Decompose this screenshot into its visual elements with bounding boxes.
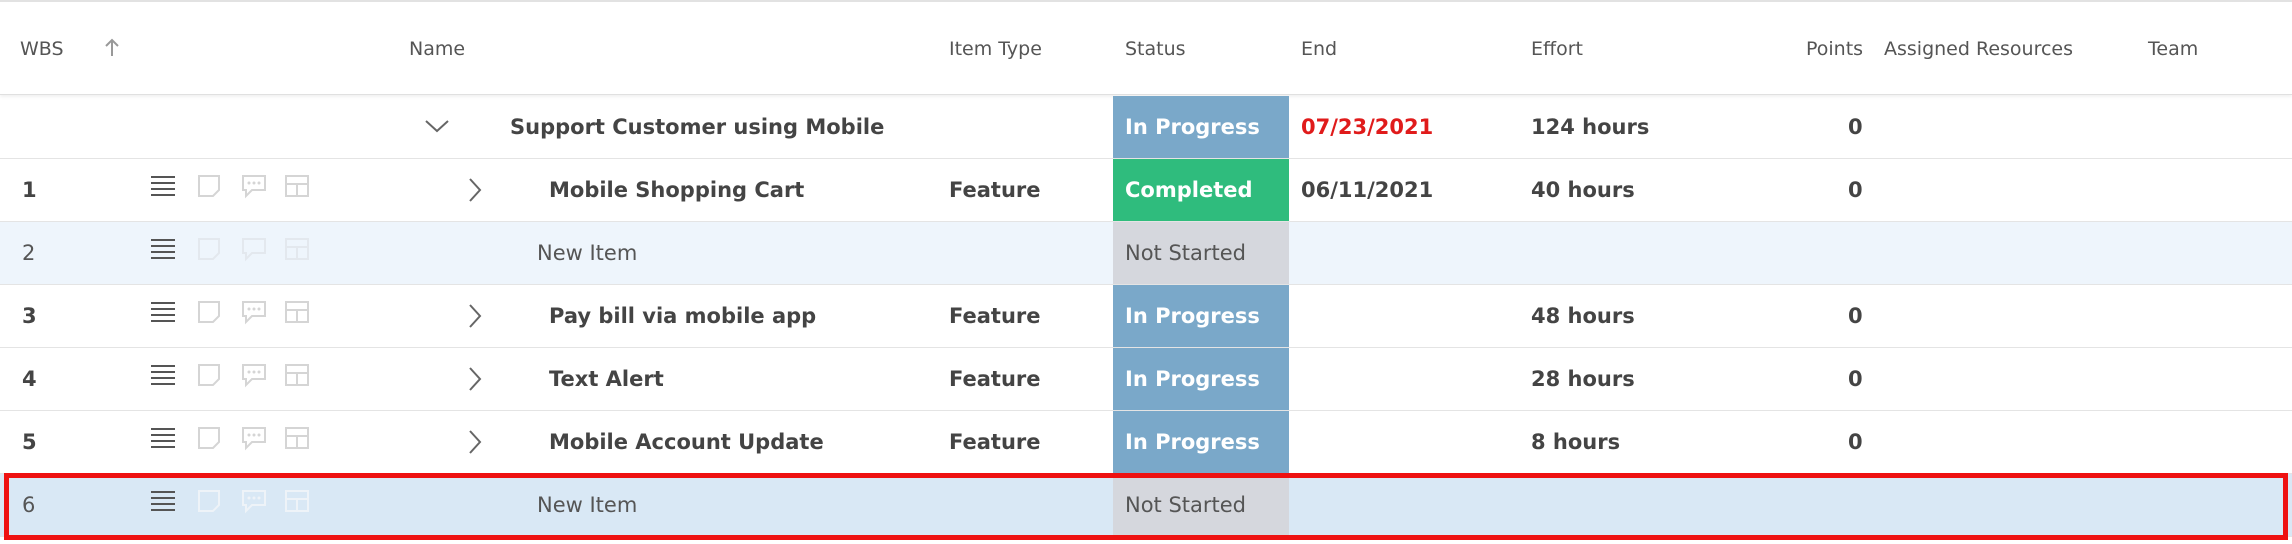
table-row[interactable]: 1 Mobile Shopping Cart Feature Completed… <box>0 159 2292 222</box>
status-badge[interactable]: In Progress <box>1113 348 1289 410</box>
column-header-team[interactable]: Team <box>2148 38 2198 60</box>
row-name[interactable]: Pay bill via mobile app <box>549 285 816 347</box>
row-name[interactable]: Support Customer using Mobile <box>510 96 884 158</box>
board-icon[interactable] <box>283 173 311 199</box>
column-header-assigned-resources[interactable]: Assigned Resources <box>1884 38 2073 60</box>
row-points: 0 <box>1848 430 1863 454</box>
row-wbs: 2 <box>22 241 36 265</box>
note-icon[interactable] <box>196 236 222 262</box>
menu-icon[interactable] <box>150 173 176 199</box>
row-effort: 28 hours <box>1531 367 1635 391</box>
row-points: 0 <box>1848 304 1863 328</box>
row-name[interactable]: Text Alert <box>549 348 664 410</box>
arrow-up-icon[interactable] <box>102 36 122 60</box>
row-points: 0 <box>1848 115 1863 139</box>
row-wbs: 6 <box>22 493 36 517</box>
row-item-type: Feature <box>949 367 1041 391</box>
column-header-name[interactable]: Name <box>409 38 465 60</box>
menu-icon[interactable] <box>150 236 176 262</box>
row-name[interactable]: Mobile Shopping Cart <box>549 159 804 221</box>
comment-icon[interactable] <box>240 236 268 262</box>
row-wbs: 1 <box>22 178 37 202</box>
comment-icon[interactable] <box>240 173 268 199</box>
note-icon[interactable] <box>196 488 222 514</box>
menu-icon[interactable] <box>150 299 176 325</box>
row-name[interactable]: Mobile Account Update <box>549 411 824 473</box>
board-icon[interactable] <box>283 488 311 514</box>
row-name[interactable]: New Item <box>537 474 637 536</box>
comment-icon[interactable] <box>240 362 268 388</box>
status-badge[interactable]: In Progress <box>1113 411 1289 473</box>
row-effort: 48 hours <box>1531 304 1635 328</box>
row-name[interactable]: New Item <box>537 222 637 284</box>
table-row[interactable]: 4 Text Alert Feature In Progress 28 hour… <box>0 348 2292 411</box>
column-header-end[interactable]: End <box>1301 38 1337 60</box>
note-icon[interactable] <box>196 299 222 325</box>
row-effort: 124 hours <box>1531 115 1650 139</box>
column-header-item-type[interactable]: Item Type <box>949 38 1042 60</box>
comment-icon[interactable] <box>240 425 268 451</box>
column-header-wbs[interactable]: WBS <box>20 38 64 60</box>
board-icon[interactable] <box>283 425 311 451</box>
menu-icon[interactable] <box>150 425 176 451</box>
board-icon[interactable] <box>283 362 311 388</box>
row-effort: 40 hours <box>1531 178 1635 202</box>
note-icon[interactable] <box>196 173 222 199</box>
row-effort: 8 hours <box>1531 430 1621 454</box>
chevron-right-icon[interactable] <box>468 303 482 329</box>
menu-icon[interactable] <box>150 362 176 388</box>
row-item-type: Feature <box>949 178 1041 202</box>
work-items-grid: WBS Name Item Type Status End Effort Poi… <box>0 0 2292 544</box>
comment-icon[interactable] <box>240 488 268 514</box>
table-row-selected[interactable]: 6 New Item Not Started <box>0 474 2292 537</box>
note-icon[interactable] <box>196 425 222 451</box>
column-header-status[interactable]: Status <box>1125 38 1186 60</box>
row-wbs: 3 <box>22 304 37 328</box>
table-row[interactable]: 3 Pay bill via mobile app Feature In Pro… <box>0 285 2292 348</box>
row-end-date: 06/11/2021 <box>1301 178 1434 202</box>
status-badge[interactable]: In Progress <box>1113 285 1289 347</box>
row-item-type: Feature <box>949 304 1041 328</box>
row-item-type: Feature <box>949 430 1041 454</box>
table-row[interactable]: 2 New Item Not Started <box>0 222 2292 285</box>
status-badge[interactable]: Not Started <box>1113 474 1289 536</box>
status-badge[interactable]: In Progress <box>1113 96 1289 158</box>
column-header-effort[interactable]: Effort <box>1531 38 1583 60</box>
chevron-right-icon[interactable] <box>468 177 482 203</box>
table-row[interactable]: 5 Mobile Account Update Feature In Progr… <box>0 411 2292 474</box>
column-header-points[interactable]: Points <box>1806 38 1863 60</box>
row-end-date: 07/23/2021 <box>1301 115 1434 139</box>
comment-icon[interactable] <box>240 299 268 325</box>
row-wbs: 4 <box>22 367 37 391</box>
table-row[interactable]: Support Customer using Mobile In Progres… <box>0 96 2292 159</box>
chevron-right-icon[interactable] <box>468 429 482 455</box>
row-wbs: 5 <box>22 430 37 454</box>
note-icon[interactable] <box>196 362 222 388</box>
row-points: 0 <box>1848 367 1863 391</box>
grid-header: WBS Name Item Type Status End Effort Poi… <box>0 0 2292 95</box>
board-icon[interactable] <box>283 299 311 325</box>
menu-icon[interactable] <box>150 488 176 514</box>
chevron-right-icon[interactable] <box>468 366 482 392</box>
chevron-down-icon[interactable] <box>424 118 450 134</box>
status-badge[interactable]: Not Started <box>1113 222 1289 284</box>
status-badge[interactable]: Completed <box>1113 159 1289 221</box>
row-points: 0 <box>1848 178 1863 202</box>
board-icon[interactable] <box>283 236 311 262</box>
